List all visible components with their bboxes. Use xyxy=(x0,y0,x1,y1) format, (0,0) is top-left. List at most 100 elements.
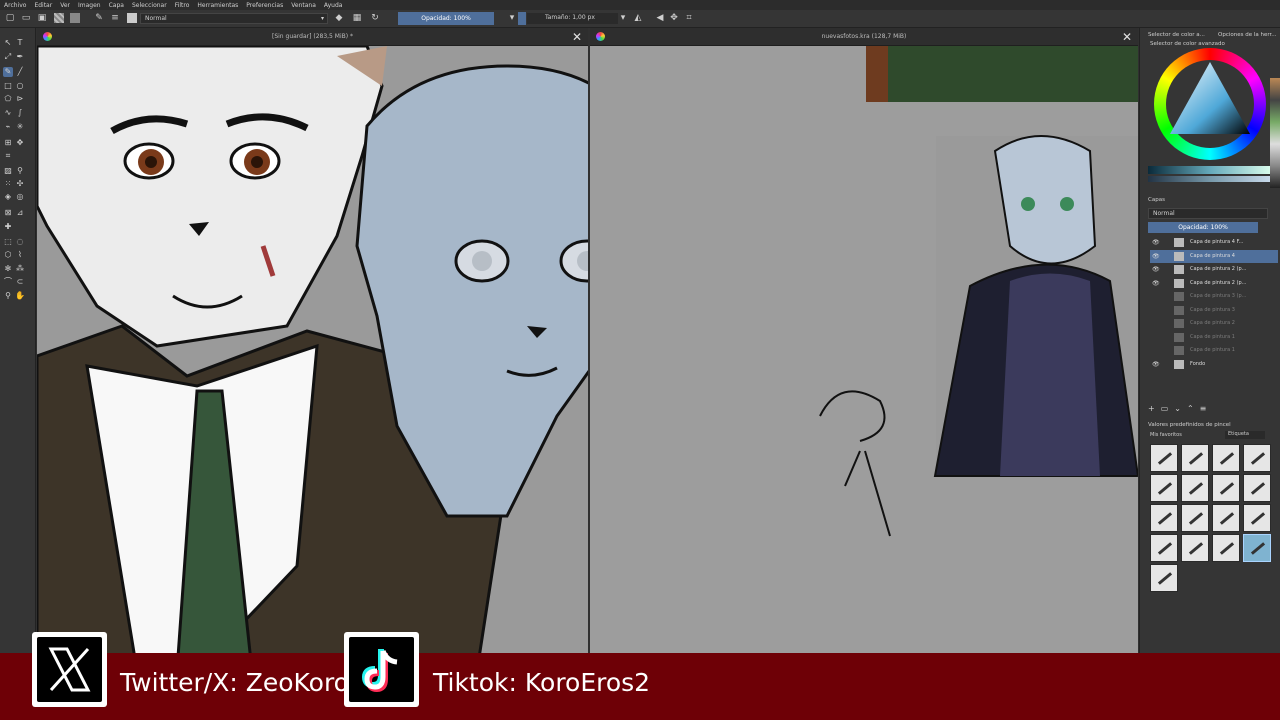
freehand-select-icon[interactable]: ⌇ xyxy=(15,250,25,260)
canvas-tab-unsaved[interactable]: [Sin guardar] (283,5 MiB) * ✕ xyxy=(37,28,588,46)
chevron-down-icon[interactable]: ▾ xyxy=(618,13,628,23)
layer-row[interactable]: 👁 Capa de pintura 2 (p... xyxy=(1150,263,1278,276)
brush-preset-tile[interactable] xyxy=(1181,534,1209,562)
color-wheel[interactable] xyxy=(1154,48,1266,160)
brush-preset-tile[interactable] xyxy=(1243,444,1271,472)
mirror-vertical-icon[interactable]: ◀ xyxy=(655,13,665,23)
magnetic-select-icon[interactable]: ⊂ xyxy=(15,277,25,287)
new-document-icon[interactable]: ▢ xyxy=(5,13,15,23)
brush-preset-tile[interactable] xyxy=(1181,474,1209,502)
brush-preset-tile[interactable] xyxy=(1212,504,1240,532)
color-triangle[interactable] xyxy=(1168,58,1252,142)
ellipse-select-icon[interactable]: ◌ xyxy=(15,237,25,247)
brush-preset-tile[interactable] xyxy=(1243,534,1271,562)
move-down-icon[interactable]: ⌄ xyxy=(1174,404,1187,413)
reference-images-icon[interactable]: ✚ xyxy=(3,222,13,232)
menu-filter[interactable]: Filtro xyxy=(175,2,190,9)
measure-tool-icon[interactable]: ⊿ xyxy=(15,208,25,218)
menu-image[interactable]: Imagen xyxy=(78,2,101,9)
similar-select-icon[interactable]: ⁂ xyxy=(15,264,25,274)
chevron-down-icon[interactable]: ▾ xyxy=(507,13,517,23)
canvas-unsaved[interactable]: [Sin guardar] (283,5 MiB) * ✕ xyxy=(37,28,588,653)
add-layer-icon[interactable]: + xyxy=(1148,404,1161,413)
freehand-brush-icon[interactable]: ✎ xyxy=(3,67,13,77)
menu-settings[interactable]: Preferencias xyxy=(246,2,283,9)
brush-preset-tile[interactable] xyxy=(1181,444,1209,472)
brush-preview-icon[interactable] xyxy=(127,13,137,23)
menu-view[interactable]: Ver xyxy=(60,2,70,9)
layer-row[interactable]: 👁 Capa de pintura 4 xyxy=(1150,249,1278,263)
freehand-path-icon[interactable]: ∫ xyxy=(15,108,25,118)
visibility-eye-icon[interactable]: 👁 xyxy=(1152,263,1160,276)
move-up-icon[interactable]: ⌃ xyxy=(1187,404,1200,413)
visibility-eye-icon[interactable]: 👁 xyxy=(1152,358,1160,371)
layer-row[interactable]: Capa de pintura 1 xyxy=(1150,344,1278,357)
swatch-strip[interactable] xyxy=(1270,78,1280,188)
brush-preset-tile[interactable] xyxy=(1212,534,1240,562)
size-slider[interactable]: Tamaño: 1,00 px xyxy=(527,13,618,24)
brush-preset-tile[interactable] xyxy=(1243,504,1271,532)
colorize-mask-icon[interactable]: ⁙ xyxy=(3,179,13,189)
enclose-fill-icon[interactable]: ◎ xyxy=(15,192,25,202)
layer-row[interactable]: Capa de pintura 1 xyxy=(1150,331,1278,344)
canvas-tab-nuevasfotos[interactable]: nuevasfotos.kra (128,7 MiB) ✕ xyxy=(590,28,1138,46)
menu-select[interactable]: Seleccionar xyxy=(132,2,167,9)
ellipse-tool-icon[interactable]: ○ xyxy=(15,81,25,91)
crop-tool-icon[interactable]: ⌗ xyxy=(3,151,13,161)
bezier-select-icon[interactable]: ⌒ xyxy=(3,277,13,287)
menu-help[interactable]: Ayuda xyxy=(324,2,343,9)
duplicate-layer-icon[interactable]: ▭ xyxy=(1161,404,1175,413)
polygon-select-icon[interactable]: ⬡ xyxy=(3,250,13,260)
layer-row[interactable]: 👁 Fondo xyxy=(1150,358,1278,371)
brush-preset-tile[interactable] xyxy=(1150,504,1178,532)
smart-patch-icon[interactable]: ✣ xyxy=(15,179,25,189)
contiguous-select-icon[interactable]: ✻ xyxy=(3,264,13,274)
menu-file[interactable]: Archivo xyxy=(4,2,26,9)
color-history-bar[interactable] xyxy=(1148,166,1273,174)
close-icon[interactable]: ✕ xyxy=(572,30,582,44)
color-shade-bar[interactable] xyxy=(1148,176,1273,182)
brush-preset-tile[interactable] xyxy=(1181,504,1209,532)
brush-presets-icon[interactable]: ≡ xyxy=(110,13,120,23)
brush-preset-tile[interactable] xyxy=(1243,474,1271,502)
move-tool-icon[interactable]: ✥ xyxy=(15,138,25,148)
fill-tool-icon[interactable]: ◈ xyxy=(3,192,13,202)
layer-row[interactable]: 👁 Capa de pintura 2 (p... xyxy=(1150,277,1278,290)
gradient-tool-icon[interactable]: ▨ xyxy=(3,166,13,176)
brush-favorites-select[interactable]: Mis favoritos xyxy=(1150,432,1182,438)
color-picker-icon[interactable]: ⚲ xyxy=(15,166,25,176)
gradient-swatch-icon[interactable] xyxy=(70,13,80,23)
wrap-around-icon[interactable]: ✥ xyxy=(669,13,679,23)
rectangle-tool-icon[interactable]: □ xyxy=(3,81,13,91)
layers-opacity-slider[interactable]: Opacidad: 100% xyxy=(1148,222,1258,233)
visibility-eye-icon[interactable]: 👁 xyxy=(1152,250,1160,263)
transform-tool-icon[interactable]: ⊞ xyxy=(3,138,13,148)
menu-window[interactable]: Ventana xyxy=(291,2,316,9)
menu-edit[interactable]: Editar xyxy=(34,2,52,9)
layer-row[interactable]: 👁 Capa de pintura 4 F... xyxy=(1150,236,1278,249)
brush-settings-icon[interactable]: ✎ xyxy=(94,13,104,23)
multibrush-icon[interactable]: ✳ xyxy=(15,122,25,132)
crop-icon[interactable]: ⌗ xyxy=(684,13,694,23)
opacity-slider[interactable]: Opacidad: 100% xyxy=(398,12,494,25)
mirror-horizontal-icon[interactable]: ◭ xyxy=(633,13,643,23)
polyline-tool-icon[interactable]: ⊳ xyxy=(15,94,25,104)
close-icon[interactable]: ✕ xyxy=(1122,30,1132,44)
brush-preset-tile[interactable] xyxy=(1150,564,1178,592)
blend-mode-select[interactable]: Normal ▾ xyxy=(140,13,328,24)
alpha-lock-icon[interactable]: ▦ xyxy=(352,13,362,23)
pattern-swatch-icon[interactable] xyxy=(54,13,64,23)
line-tool-icon[interactable]: ╱ xyxy=(15,67,25,77)
brush-preset-tile[interactable] xyxy=(1150,534,1178,562)
edit-shapes-icon[interactable]: ⤢ xyxy=(3,52,13,62)
visibility-eye-icon[interactable]: 👁 xyxy=(1152,277,1160,290)
visibility-eye-icon[interactable]: 👁 xyxy=(1152,236,1160,249)
text-tool-icon[interactable]: T xyxy=(15,38,25,48)
menu-tools[interactable]: Herramientas xyxy=(197,2,238,9)
brush-preset-tile[interactable] xyxy=(1212,474,1240,502)
select-shapes-icon[interactable]: ↖ xyxy=(3,38,13,48)
dynamic-brush-icon[interactable]: ⌁ xyxy=(3,122,13,132)
zoom-tool-icon[interactable]: ⚲ xyxy=(3,291,13,301)
layers-blend-select[interactable]: Normal xyxy=(1148,208,1268,219)
brush-preset-tile[interactable] xyxy=(1150,474,1178,502)
